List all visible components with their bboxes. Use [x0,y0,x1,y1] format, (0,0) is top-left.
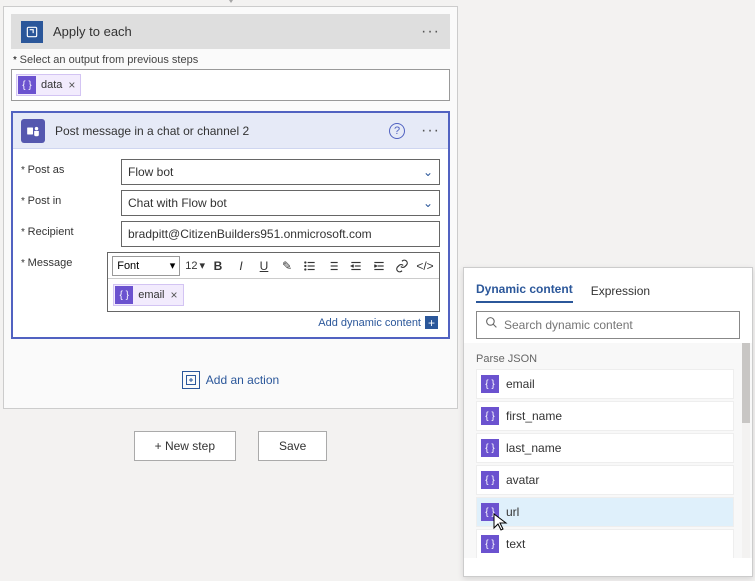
scrollbar-thumb[interactable] [742,343,750,423]
bold-button[interactable]: B [208,256,228,276]
number-list-button[interactable] [323,256,343,276]
message-body[interactable]: { } email × [108,279,439,311]
bullet-list-button[interactable] [300,256,320,276]
chevron-down-icon: ⌄ [423,196,433,210]
message-label: Message [21,252,97,269]
dyn-item-avatar[interactable]: { }avatar [476,465,734,495]
tab-dynamic-content[interactable]: Dynamic content [476,282,573,303]
json-icon: { } [481,535,499,553]
dyn-item-text[interactable]: { }text [476,529,734,558]
loop-icon [21,21,43,43]
tab-expression[interactable]: Expression [591,284,650,303]
save-button[interactable]: Save [258,431,327,461]
inner-action-menu[interactable]: ··· [421,122,440,140]
email-token-label: email [138,289,164,301]
post-in-select[interactable]: Chat with Flow bot⌄ [121,190,440,216]
apply-to-each-header[interactable]: Apply to each ··· [11,14,450,49]
underline-button[interactable]: U [254,256,274,276]
dyn-item-last-name[interactable]: { }last_name [476,433,734,463]
apply-to-each-title: Apply to each [53,24,411,39]
data-token-label: data [41,79,62,91]
plus-icon: + [425,316,438,329]
link-button[interactable] [392,256,412,276]
add-action-button[interactable]: Add an action [11,371,450,389]
json-icon: { } [481,407,499,425]
apply-to-each-menu[interactable]: ··· [421,23,440,41]
post-as-select[interactable]: Flow bot⌄ [121,159,440,185]
select-output-label: Select an output from previous steps [13,54,450,66]
email-token-icon: { } [115,286,133,304]
add-dynamic-content-link[interactable]: Add dynamic content + [107,312,440,329]
fontsize-select[interactable]: 12▾ [185,256,205,276]
post-as-label: Post as [21,159,111,176]
json-icon: { } [481,471,499,489]
chevron-down-icon: ⌄ [423,165,433,179]
help-icon[interactable]: ? [389,123,405,139]
dynamic-search-input[interactable] [504,318,731,332]
dyn-item-url[interactable]: { }url [476,497,734,527]
dyn-section-parse-json: Parse JSON [476,353,734,365]
data-token-icon: { } [18,76,36,94]
code-view-button[interactable]: </> [415,256,435,276]
remove-data-token[interactable]: × [68,78,75,92]
remove-email-token[interactable]: × [171,288,178,302]
json-icon: { } [481,375,499,393]
message-editor[interactable]: Font▾ 12▾ B I U ✎ < [107,252,440,312]
token-email[interactable]: { } email × [113,284,183,306]
recipient-input[interactable]: bradpitt@CitizenBuilders951.onmicrosoft.… [121,221,440,247]
indent-button[interactable] [369,256,389,276]
highlight-button[interactable]: ✎ [277,256,297,276]
dynamic-content-panel: Dynamic content Expression Parse JSON { … [463,267,753,577]
add-action-icon [182,371,200,389]
post-message-header[interactable]: Post message in a chat or channel 2 ? ··… [13,113,448,149]
dyn-item-first-name[interactable]: { }first_name [476,401,734,431]
rich-text-toolbar: Font▾ 12▾ B I U ✎ < [108,253,439,279]
json-icon: { } [481,439,499,457]
font-select[interactable]: Font▾ [112,256,180,276]
recipient-label: Recipient [21,221,111,238]
search-icon [485,316,498,334]
output-selector[interactable]: { } data × [11,69,450,101]
json-icon: { } [481,503,499,521]
outdent-button[interactable] [346,256,366,276]
new-step-button[interactable]: + New step [134,431,236,461]
token-data[interactable]: { } data × [16,74,81,96]
dynamic-search[interactable] [476,311,740,339]
inner-action-title: Post message in a chat or channel 2 [55,124,379,138]
teams-icon [21,119,45,143]
post-in-label: Post in [21,190,111,207]
italic-button[interactable]: I [231,256,251,276]
dyn-item-email[interactable]: { }email [476,369,734,399]
